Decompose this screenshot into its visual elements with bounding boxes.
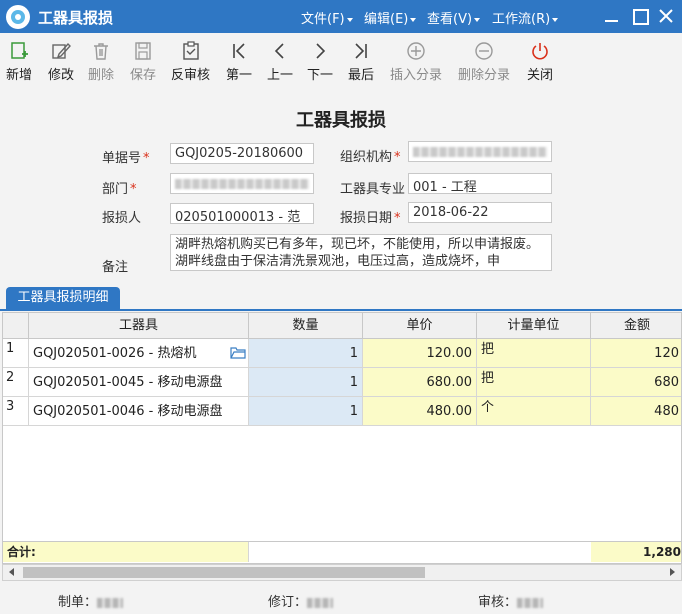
remark-label: 备注 bbox=[102, 260, 129, 275]
caret-down-icon bbox=[474, 17, 481, 22]
table-cell-tool[interactable]: GQJ020501-0045 - 移动电源盘 bbox=[29, 368, 249, 397]
caret-down-icon bbox=[346, 17, 353, 22]
minus-circle-icon bbox=[475, 42, 493, 60]
summary-row: 合计: 1,280 bbox=[3, 541, 681, 562]
first-button[interactable]: 第一 bbox=[226, 41, 252, 83]
reporter-field[interactable]: 020501000013 - 范 bbox=[170, 203, 314, 224]
table-cell-unit[interactable]: 把 bbox=[477, 368, 591, 397]
specialty-field[interactable]: 001 - 工程 bbox=[408, 173, 552, 194]
menu-view[interactable]: 查看(V) bbox=[427, 8, 481, 27]
next-button[interactable]: 下一 bbox=[307, 41, 333, 83]
minimize-icon[interactable] bbox=[602, 6, 622, 26]
unaudit-clipboard-icon bbox=[182, 41, 199, 60]
tab-detail[interactable]: 工器具报损明细 bbox=[6, 287, 120, 309]
table-cell-qty[interactable]: 1 bbox=[249, 368, 363, 397]
save-button[interactable]: 保存 bbox=[130, 41, 156, 83]
first-record-icon bbox=[233, 43, 245, 59]
delete-row-button[interactable]: 删除分录 bbox=[458, 41, 510, 83]
bill-no-label: 单据号 * bbox=[102, 151, 150, 166]
scroll-left-icon[interactable] bbox=[9, 568, 14, 576]
unaudit-button[interactable]: 反审核 bbox=[171, 41, 210, 83]
menu-edit[interactable]: 编辑(E) bbox=[364, 8, 417, 27]
total-label: 合计: bbox=[3, 542, 249, 562]
chevron-left-icon bbox=[274, 43, 284, 59]
edit-pencil-icon bbox=[52, 42, 71, 59]
redacted-value bbox=[307, 597, 334, 608]
redacted-value bbox=[175, 179, 309, 189]
menu-workflow[interactable]: 工作流(R) bbox=[492, 8, 559, 27]
chevron-right-icon bbox=[316, 43, 326, 59]
table-cell-unit[interactable]: 把 bbox=[477, 339, 591, 368]
column-header-qty[interactable]: 数量 bbox=[249, 313, 363, 339]
report-date-field[interactable]: 2018-06-22 bbox=[408, 202, 552, 223]
redacted-value bbox=[413, 147, 547, 157]
table-cell-amount[interactable]: 480 bbox=[591, 397, 681, 426]
new-doc-icon bbox=[11, 42, 28, 59]
delete-button[interactable]: 删除 bbox=[88, 41, 114, 83]
insert-row-button[interactable]: 插入分录 bbox=[390, 41, 442, 83]
power-icon bbox=[532, 43, 548, 60]
tab-underline bbox=[0, 309, 682, 311]
remark-field[interactable]: 湖畔热熔机购买已有多年，现已坏，不能使用，所以申请报废。湖畔线盘由于保洁清洗景观… bbox=[170, 234, 552, 271]
table-cell-amount[interactable]: 680 bbox=[591, 368, 681, 397]
window-title: 工器具报损 bbox=[38, 9, 114, 27]
last-record-icon bbox=[355, 43, 367, 59]
reporter-label: 报损人 bbox=[102, 211, 142, 226]
close-button[interactable]: 关闭 bbox=[527, 41, 553, 83]
prev-button[interactable]: 上一 bbox=[267, 41, 293, 83]
table-cell-amount[interactable]: 120 bbox=[591, 339, 681, 368]
org-field[interactable] bbox=[408, 141, 552, 162]
table-cell-tool[interactable]: GQJ020501-0026 - 热熔机 bbox=[29, 339, 249, 368]
folder-open-icon[interactable] bbox=[230, 346, 246, 359]
table-row-number: 3 bbox=[3, 397, 29, 426]
table-cell-unit[interactable]: 个 bbox=[477, 397, 591, 426]
column-header-tool[interactable]: 工器具 bbox=[29, 313, 249, 339]
table-cell-qty[interactable]: 1 bbox=[249, 397, 363, 426]
trash-icon bbox=[94, 43, 108, 60]
bill-no-field[interactable]: GQJ0205-20180600 bbox=[170, 143, 314, 164]
save-disk-icon bbox=[135, 42, 151, 60]
redacted-value bbox=[517, 597, 544, 608]
row-header-corner bbox=[3, 313, 29, 339]
report-date-label: 报损日期 * bbox=[340, 211, 401, 226]
edit-button[interactable]: 修改 bbox=[48, 41, 74, 83]
org-label: 组织机构 * bbox=[340, 150, 401, 165]
table-cell-qty[interactable]: 1 bbox=[249, 339, 363, 368]
close-window-icon[interactable] bbox=[656, 6, 676, 26]
maximize-icon[interactable] bbox=[630, 6, 650, 26]
title-bar: 工器具报损 文件(F) 编辑(E) 查看(V) 工作流(R) bbox=[0, 0, 682, 33]
maker-info: 制单： bbox=[58, 591, 124, 610]
reviser-info: 修订： bbox=[268, 591, 334, 610]
scroll-thumb[interactable] bbox=[23, 567, 425, 578]
app-logo-icon bbox=[6, 5, 30, 29]
auditor-info: 审核： bbox=[478, 591, 544, 610]
caret-down-icon bbox=[410, 17, 417, 22]
table-row-number: 2 bbox=[3, 368, 29, 397]
column-header-unit[interactable]: 计量单位 bbox=[477, 313, 591, 339]
column-header-price[interactable]: 单价 bbox=[363, 313, 477, 339]
new-button[interactable]: 新增 bbox=[6, 41, 32, 83]
horizontal-scrollbar[interactable] bbox=[2, 564, 682, 581]
column-header-amount[interactable]: 金额 bbox=[591, 313, 681, 339]
form-title: 工器具报损 bbox=[296, 110, 386, 131]
caret-down-icon bbox=[552, 17, 559, 22]
dept-label: 部门 * bbox=[102, 182, 137, 197]
menu-file[interactable]: 文件(F) bbox=[301, 8, 353, 27]
dept-field[interactable] bbox=[170, 173, 314, 194]
redacted-value bbox=[97, 597, 124, 608]
detail-grid: 工器具 数量 单价 计量单位 金额 1 GQJ020501-0026 - 热熔机… bbox=[2, 312, 682, 564]
table-row-number: 1 bbox=[3, 339, 29, 368]
last-button[interactable]: 最后 bbox=[348, 41, 374, 83]
plus-circle-icon bbox=[407, 42, 425, 60]
table-cell-tool[interactable]: GQJ020501-0046 - 移动电源盘 bbox=[29, 397, 249, 426]
toolbar: 新增 修改 删除 保存 反审核 第一 上一 下一 最后 插入分录 删除分录 关闭 bbox=[0, 33, 682, 91]
table-cell-price[interactable]: 120.00 bbox=[363, 339, 477, 368]
specialty-label: 工器具专业 bbox=[340, 182, 406, 197]
scroll-right-icon[interactable] bbox=[670, 568, 675, 576]
table-cell-price[interactable]: 480.00 bbox=[363, 397, 477, 426]
table-cell-price[interactable]: 680.00 bbox=[363, 368, 477, 397]
total-amount: 1,280 bbox=[591, 542, 681, 562]
